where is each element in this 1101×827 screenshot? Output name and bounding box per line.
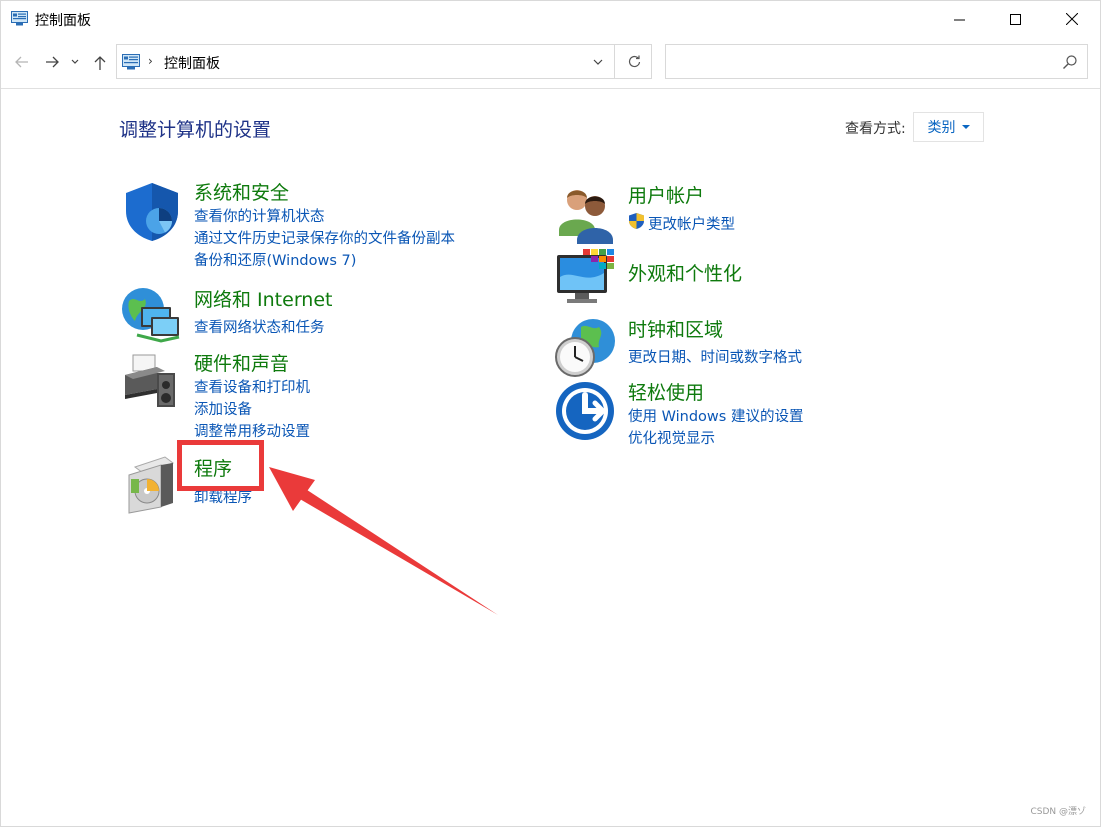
link-backup-restore[interactable]: 备份和还原(Windows 7) (194, 249, 356, 270)
link-network-status[interactable]: 查看网络状态和任务 (194, 316, 325, 337)
refresh-icon (628, 55, 640, 68)
caret-down-icon (961, 125, 970, 129)
link-windows-suggested-settings[interactable]: 使用 Windows 建议的设置 (628, 405, 803, 426)
up-button[interactable] (89, 50, 111, 74)
shield-icon (126, 183, 178, 241)
link-view-computer-status[interactable]: 查看你的计算机状态 (194, 205, 325, 226)
minimize-icon (953, 19, 965, 20)
ease-of-access-icon (556, 382, 614, 440)
monitor-palette-icon (557, 249, 614, 303)
category-system-security: 系统和安全 查看你的计算机状态 通过文件历史记录保存你的文件备份副本 备份和还原… (121, 181, 481, 276)
category-programs: 程序 卸载程序 (121, 453, 481, 515)
minimize-button[interactable] (936, 1, 982, 37)
address-bar[interactable]: › 控制面板 (116, 44, 652, 79)
maximize-icon (1009, 13, 1021, 25)
link-optimize-visual-display[interactable]: 优化视觉显示 (628, 427, 715, 448)
link-add-device[interactable]: 添加设备 (194, 398, 252, 419)
category-user-accounts: 用户帐户 更改帐户类型 (555, 184, 915, 246)
programs-disc-icon (128, 456, 175, 514)
control-panel-icon (122, 54, 140, 70)
forward-button[interactable] (41, 50, 63, 74)
chevron-down-icon (71, 59, 79, 64)
back-arrow-icon (15, 56, 28, 68)
category-hardware-sound: 硬件和声音 查看设备和打印机 添加设备 调整常用移动设置 (121, 349, 481, 444)
users-icon (559, 190, 613, 244)
window-title: 控制面板 (35, 13, 91, 29)
up-arrow-icon (94, 55, 106, 70)
control-panel-window: 控制面板 › 控制面板 调整计算机的设置 查看方式: 类别 系统和安全 查看你的… (0, 0, 1101, 827)
watermark-text: CSDN @漂ゾ (1030, 807, 1086, 817)
category-ease-of-access: 轻松使用 使用 Windows 建议的设置 优化视觉显示 (555, 378, 915, 447)
category-title[interactable]: 用户帐户 (628, 181, 704, 208)
printer-icon (125, 354, 175, 407)
category-title[interactable]: 硬件和声音 (194, 349, 289, 376)
category-clock-region: 时钟和区域 更改日期、时间或数字格式 (555, 317, 915, 379)
network-globe-icon (122, 288, 180, 343)
navigation-bar: › 控制面板 (1, 37, 1100, 87)
category-title[interactable]: 时钟和区域 (628, 315, 723, 342)
link-devices-printers[interactable]: 查看设备和打印机 (194, 376, 310, 397)
forward-arrow-icon (46, 56, 59, 68)
page-title: 调整计算机的设置 (119, 119, 272, 141)
view-by-label: 查看方式: (845, 121, 906, 137)
category-title[interactable]: 外观和个性化 (628, 259, 742, 286)
category-title[interactable]: 轻松使用 (628, 378, 704, 405)
close-button[interactable] (1049, 1, 1095, 37)
link-file-history-backup[interactable]: 通过文件历史记录保存你的文件备份副本 (194, 227, 455, 248)
maximize-button[interactable] (992, 1, 1038, 37)
refresh-button[interactable] (619, 45, 649, 78)
link-mobility-settings[interactable]: 调整常用移动设置 (194, 420, 310, 441)
title-bar: 控制面板 (1, 1, 1100, 37)
search-box[interactable] (665, 44, 1088, 79)
breadcrumb-control-panel[interactable]: 控制面板 (164, 53, 220, 73)
category-title[interactable]: 系统和安全 (194, 178, 289, 205)
category-title[interactable]: 网络和 Internet (194, 285, 332, 312)
uac-shield-icon (629, 213, 644, 229)
nav-divider (1, 88, 1100, 89)
search-icon (1063, 55, 1077, 69)
address-separator (614, 45, 615, 78)
view-by-dropdown[interactable]: 类别 (913, 112, 984, 142)
breadcrumb-chevron-icon: › (148, 54, 153, 68)
address-dropdown-button[interactable] (585, 45, 611, 78)
back-button[interactable] (11, 50, 33, 74)
search-input[interactable] (672, 51, 1052, 72)
close-icon (1066, 13, 1078, 25)
chevron-down-icon (593, 59, 603, 65)
control-panel-app-icon (11, 11, 28, 26)
clock-globe-icon (555, 319, 615, 377)
link-change-date-time-format[interactable]: 更改日期、时间或数字格式 (628, 346, 802, 367)
category-appearance-personalization: 外观和个性化 (555, 247, 915, 309)
link-change-account-type[interactable]: 更改帐户类型 (648, 213, 735, 234)
recent-locations-button[interactable] (67, 50, 83, 74)
annotation-highlight-box (177, 440, 264, 491)
view-by-value: 类别 (927, 120, 956, 136)
category-network-internet: 网络和 Internet 查看网络状态和任务 (121, 285, 481, 347)
